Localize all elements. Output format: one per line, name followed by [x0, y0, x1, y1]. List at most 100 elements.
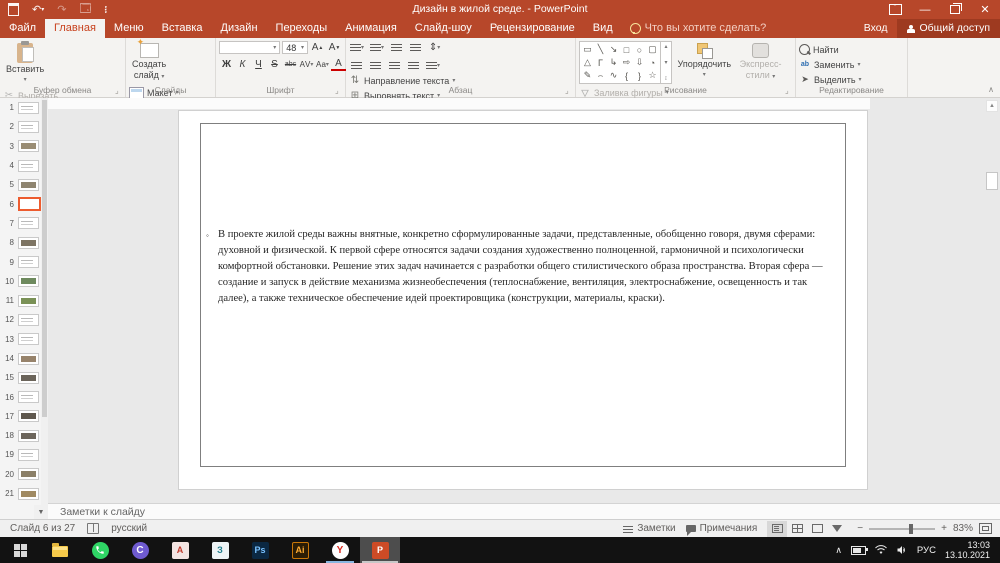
- taskbar-app-app-3[interactable]: З: [200, 537, 240, 563]
- taskbar-app-illustrator[interactable]: Ai: [280, 537, 320, 563]
- tab-design[interactable]: Дизайн: [212, 19, 267, 38]
- taskbar-app-start[interactable]: [0, 537, 40, 563]
- tab-insert[interactable]: Вставка: [153, 19, 212, 38]
- current-slide[interactable]: ◦ В проекте жилой среды важны внятные, к…: [178, 110, 868, 490]
- shape-gallery-item-2[interactable]: ↘: [607, 43, 620, 56]
- wifi-icon[interactable]: [875, 545, 887, 555]
- shapes-gallery-scroll[interactable]: ▴▾᎒: [661, 41, 672, 84]
- italic-button[interactable]: К: [235, 58, 250, 71]
- slide-thumbnail-1[interactable]: [18, 102, 39, 114]
- slide-thumbnail-13[interactable]: [18, 333, 39, 345]
- slide-thumbnail-4[interactable]: [18, 160, 39, 172]
- bullets-button[interactable]: ▾: [349, 41, 365, 54]
- slide-thumbnail-2[interactable]: [18, 121, 39, 133]
- align-center-button[interactable]: [368, 59, 383, 72]
- font-dialog-launcher-icon[interactable]: ⌟: [335, 87, 343, 95]
- new-slide-button[interactable]: Создать слайд ▾: [129, 41, 169, 84]
- start-slideshow-icon[interactable]: 🗔: [79, 0, 91, 19]
- font-name-combobox[interactable]: ▾: [219, 41, 280, 54]
- slide-text-block[interactable]: ◦ В проекте жилой среды важны внятные, к…: [206, 227, 826, 307]
- taskbar-app-app-a[interactable]: А: [160, 537, 200, 563]
- close-button[interactable]: ✕: [970, 0, 1000, 19]
- canvas-scroll-up-icon[interactable]: ▲: [986, 100, 998, 112]
- slide-thumbnail-5[interactable]: [18, 179, 39, 191]
- slide-thumbnail-18[interactable]: [18, 430, 39, 442]
- slide-thumbnail-12[interactable]: [18, 314, 39, 326]
- content-placeholder[interactable]: ◦ В проекте жилой среды важны внятные, к…: [200, 123, 846, 467]
- decrease-indent-button[interactable]: [389, 41, 404, 54]
- shape-gallery-item-0[interactable]: ▭: [581, 43, 594, 56]
- tell-me-box[interactable]: Что вы хотите сделать?: [622, 19, 775, 38]
- slide-thumbnail-14[interactable]: [18, 353, 39, 365]
- taskbar-app-explorer[interactable]: [40, 537, 80, 563]
- shapes-more-icon[interactable]: ᎒: [665, 74, 666, 82]
- taskbar-app-whatsapp[interactable]: [80, 537, 120, 563]
- slide-counter[interactable]: Слайд 6 из 27: [10, 523, 75, 534]
- clock[interactable]: 13:03 13.10.2021: [945, 540, 990, 561]
- shape-gallery-item-1[interactable]: ╲: [594, 43, 607, 56]
- save-icon[interactable]: [8, 3, 19, 16]
- shape-gallery-item-13[interactable]: ⌢: [594, 69, 607, 82]
- slideshow-view-button[interactable]: [827, 521, 847, 537]
- tab-review[interactable]: Рецензирование: [481, 19, 584, 38]
- tab-view[interactable]: Вид: [584, 19, 622, 38]
- bold-button[interactable]: Ж: [219, 58, 234, 71]
- taskbar-app-powerpoint[interactable]: P: [360, 537, 400, 563]
- find-button[interactable]: Найти: [799, 43, 862, 56]
- strikethrough-button[interactable]: S: [267, 58, 282, 71]
- grow-font-button[interactable]: А▲: [310, 41, 325, 54]
- slide-thumbnail-8[interactable]: [18, 237, 39, 249]
- align-left-button[interactable]: [349, 59, 364, 72]
- shape-gallery-item-15[interactable]: {: [620, 69, 633, 82]
- arrange-button[interactable]: Упорядочить ▾: [675, 41, 735, 82]
- shape-gallery-item-6[interactable]: △: [581, 56, 594, 69]
- replace-button[interactable]: ab Заменить▾: [799, 58, 862, 71]
- canvas-scrollbar[interactable]: ▲: [986, 100, 998, 501]
- justify-button[interactable]: [406, 59, 421, 72]
- underline-button[interactable]: Ч: [251, 58, 266, 71]
- thumbnails-scrollbar[interactable]: [41, 98, 48, 505]
- slide-thumbnail-17[interactable]: [18, 410, 39, 422]
- slide-thumbnail-15[interactable]: [18, 372, 39, 384]
- tab-file[interactable]: Файл: [0, 19, 45, 38]
- shrink-font-button[interactable]: А▼: [327, 41, 342, 54]
- battery-icon[interactable]: [851, 546, 866, 555]
- share-button[interactable]: Общий доступ: [897, 19, 1000, 38]
- spellcheck-icon[interactable]: [87, 523, 99, 534]
- notes-pane[interactable]: Заметки к слайду: [48, 503, 1000, 519]
- zoom-out-button[interactable]: −: [857, 523, 863, 534]
- taskbar-app-photoshop[interactable]: Ps: [240, 537, 280, 563]
- slide-thumbnail-16[interactable]: [18, 391, 39, 403]
- tab-home[interactable]: Главная: [45, 19, 105, 38]
- keyboard-language[interactable]: РУС: [917, 545, 936, 556]
- slide-thumbnail-7[interactable]: [18, 217, 39, 229]
- shape-gallery-item-7[interactable]: Γ: [594, 56, 607, 69]
- shape-gallery-item-16[interactable]: }: [633, 69, 646, 82]
- shape-gallery-item-10[interactable]: ⇩: [633, 56, 646, 69]
- align-right-button[interactable]: [387, 59, 402, 72]
- shape-gallery-item-12[interactable]: ✎: [581, 69, 594, 82]
- shape-gallery-item-5[interactable]: ▢: [646, 43, 659, 56]
- paragraph-dialog-launcher-icon[interactable]: ⌟: [565, 87, 573, 95]
- minimize-button[interactable]: —: [910, 0, 940, 19]
- notes-toggle-button[interactable]: Заметки: [623, 523, 675, 534]
- tab-animations[interactable]: Анимация: [336, 19, 406, 38]
- normal-view-button[interactable]: [767, 521, 787, 537]
- customize-qat-icon[interactable]: ᎒: [104, 2, 107, 17]
- character-spacing-button[interactable]: АV▾: [299, 58, 314, 71]
- undo-icon[interactable]: ↶ ▾: [32, 3, 44, 16]
- shape-gallery-item-3[interactable]: □: [620, 43, 633, 56]
- line-spacing-button[interactable]: ⇕▾: [427, 41, 442, 54]
- volume-icon[interactable]: [896, 545, 908, 555]
- shapes-scroll-up-icon[interactable]: ▴: [664, 43, 667, 50]
- slide-thumbnail-10[interactable]: [18, 275, 39, 287]
- tab-slideshow[interactable]: Слайд-шоу: [406, 19, 481, 38]
- taskbar-app-yandex-browser[interactable]: Y: [320, 537, 360, 563]
- sign-in-button[interactable]: Вход: [854, 19, 898, 38]
- slide-paragraph[interactable]: В проекте жилой среды важны внятные, кон…: [206, 227, 826, 307]
- quick-styles-button[interactable]: Экспресс- стили ▾: [737, 41, 785, 84]
- reading-view-button[interactable]: [807, 521, 827, 537]
- slide-thumbnail-9[interactable]: [18, 256, 39, 268]
- slide-thumbnail-3[interactable]: [18, 140, 39, 152]
- tab-transitions[interactable]: Переходы: [267, 19, 337, 38]
